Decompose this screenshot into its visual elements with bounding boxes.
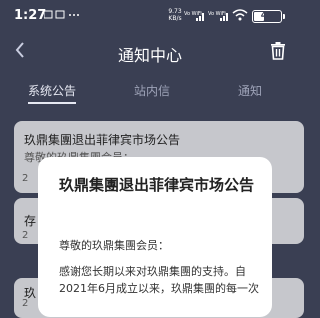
- notice-title: 玖鼎集團退出菲律宾市场公告: [24, 133, 181, 147]
- tab-bar: 系统公告 站内信 通知: [0, 76, 300, 106]
- signal-icon-1: Vo WiFi: [184, 10, 206, 24]
- wifi-icon: [232, 9, 248, 23]
- page-title: 通知中心: [117, 46, 182, 65]
- battery-tip: [283, 14, 285, 19]
- header: 通知中心: [0, 34, 300, 70]
- signal-icon-2: Vo WiFi: [208, 10, 230, 24]
- notice-title: 存: [24, 214, 37, 228]
- modal-greeting: 尊敬的玖鼎集團会员：: [59, 239, 169, 252]
- status-time: 1:27: [14, 8, 47, 23]
- net-speed: 9.73 KB/s: [168, 8, 182, 22]
- net-speed-value: 9.73: [168, 8, 182, 15]
- announcement-modal: 玖鼎集團退出菲律宾市场公告 尊敬的玖鼎集團会员： 感谢您长期以来对玖鼎集團的支持…: [38, 157, 272, 317]
- notice-date: 2: [22, 230, 29, 241]
- notice-date: 2: [22, 173, 29, 184]
- trash-icon[interactable]: [270, 42, 286, 64]
- tab-system-announcements[interactable]: 系统公告: [28, 82, 76, 99]
- battery-icon: 40: [252, 10, 282, 23]
- active-tab-indicator: [28, 102, 76, 104]
- status-bar: 1:27 9.73 KB/s Vo WiFi Vo WiFi 40: [0, 0, 300, 32]
- battery-level: 40: [260, 11, 274, 21]
- modal-title: 玖鼎集團退出菲律宾市场公告: [59, 176, 255, 194]
- tab-inbox[interactable]: 站内信: [134, 82, 170, 99]
- net-speed-unit: KB/s: [168, 15, 182, 22]
- tab-notifications[interactable]: 通知: [238, 82, 262, 99]
- notification-icon: [43, 10, 84, 23]
- modal-body: 感谢您长期以来对玖鼎集團的支持。自2021年6月成立以来，玖鼎集團的每一次: [59, 265, 259, 295]
